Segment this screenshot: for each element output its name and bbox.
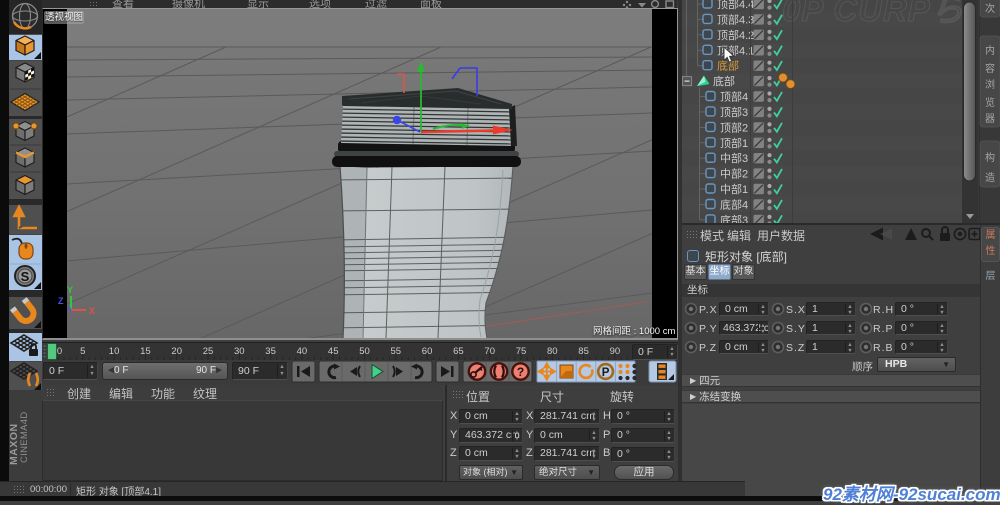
svg-text:55: 55 (391, 346, 402, 357)
svg-text:顶部4.1: 顶部4.1 (717, 43, 754, 57)
svg-text:底部: 底部 (713, 74, 735, 88)
svg-text:20: 20 (171, 346, 182, 357)
svg-text:P.Y: P.Y (699, 323, 718, 335)
svg-text:顶部4.3: 顶部4.3 (717, 12, 754, 26)
svg-text:5: 5 (80, 346, 85, 357)
svg-text:CINEMA4D: CINEMA4D (19, 412, 30, 464)
svg-text:15: 15 (140, 346, 151, 357)
svg-text:底部: 底部 (717, 59, 739, 73)
svg-text:P: P (602, 367, 610, 379)
svg-text:底部4: 底部4 (720, 198, 748, 212)
svg-text:S: S (21, 269, 30, 284)
svg-text:顶部2: 顶部2 (720, 120, 748, 134)
svg-text:0: 0 (57, 346, 62, 357)
svg-text:中部2: 中部2 (720, 167, 748, 181)
svg-text:览: 览 (985, 96, 995, 109)
svg-text:顶部4.4: 顶部4.4 (717, 0, 754, 11)
svg-text:P.Z: P.Z (699, 342, 717, 354)
svg-text:40: 40 (297, 346, 308, 357)
svg-text:P.X: P.X (699, 304, 718, 316)
svg-text:75: 75 (516, 346, 527, 357)
svg-text:50: 50 (359, 346, 370, 357)
svg-text:80: 80 (547, 346, 558, 357)
svg-text:?: ? (517, 365, 524, 379)
svg-text:45: 45 (328, 346, 339, 357)
svg-text:0P CURPら: 0P CURPら (782, 0, 965, 28)
svg-text:30: 30 (234, 346, 245, 357)
svg-text:S.Z: S.Z (786, 342, 805, 354)
svg-text:35: 35 (265, 346, 276, 357)
svg-text:R.H: R.H (873, 304, 894, 316)
svg-text:Y: Y (67, 285, 73, 295)
svg-text:R.B: R.B (873, 342, 894, 354)
svg-text:65: 65 (453, 346, 464, 357)
svg-text:造: 造 (985, 171, 995, 184)
svg-text:60: 60 (422, 346, 433, 357)
svg-text:底部3: 底部3 (720, 213, 748, 223)
svg-text:S.X: S.X (786, 304, 806, 316)
svg-text:浏: 浏 (985, 78, 995, 91)
svg-text:顶部1: 顶部1 (720, 136, 748, 150)
svg-text:顶部4: 顶部4 (720, 90, 748, 104)
svg-text:顶部3: 顶部3 (720, 105, 748, 119)
svg-text:容: 容 (985, 62, 995, 75)
svg-text:X: X (89, 306, 95, 316)
svg-text:内: 内 (985, 44, 995, 57)
svg-text:R.P: R.P (873, 323, 894, 335)
svg-text:顶部4.2: 顶部4.2 (717, 28, 754, 42)
svg-text:次: 次 (985, 2, 995, 15)
svg-text:90: 90 (610, 346, 621, 357)
svg-text:10: 10 (109, 346, 120, 357)
svg-text:S.Y: S.Y (786, 323, 806, 335)
svg-text:中部1: 中部1 (720, 182, 748, 196)
svg-text:25: 25 (203, 346, 214, 357)
svg-text:70: 70 (484, 346, 495, 357)
svg-text:中部3: 中部3 (720, 151, 748, 165)
svg-text:85: 85 (578, 346, 589, 357)
svg-text:器: 器 (985, 113, 995, 125)
svg-text:构: 构 (985, 151, 995, 164)
